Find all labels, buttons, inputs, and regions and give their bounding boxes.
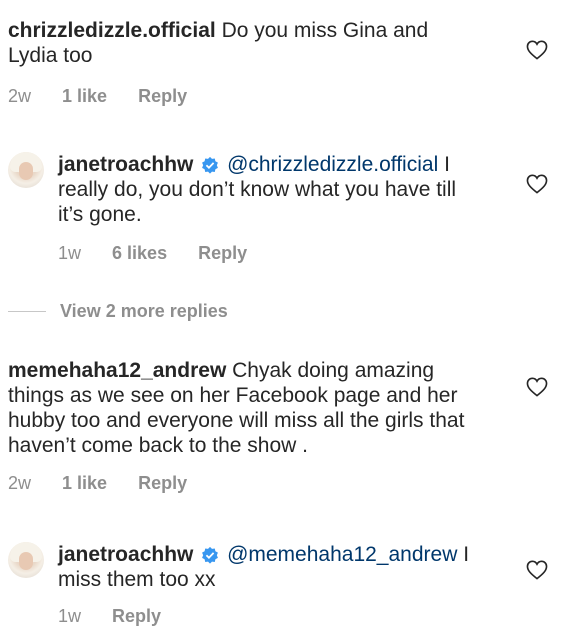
comment-meta: 2w 1 like Reply <box>8 86 213 107</box>
view-more-replies[interactable]: View 2 more replies <box>8 298 228 324</box>
comment-username[interactable]: chrizzledizzle.official <box>8 19 216 42</box>
mention-link[interactable]: @chrizzledizzle.official <box>227 153 438 176</box>
comment-body: memehaha12_andrew Chyak doing amazing th… <box>8 358 478 458</box>
avatar[interactable] <box>8 542 44 578</box>
avatar[interactable] <box>8 152 44 188</box>
comment-age: 1w <box>58 606 82 626</box>
verified-badge-icon <box>202 546 219 564</box>
comment-body: janetroachhw @memehaha12_andrew I miss t… <box>58 542 488 592</box>
comment-meta: 1w Reply <box>58 606 187 627</box>
reply-button[interactable]: Reply <box>138 86 187 106</box>
comment-username[interactable]: janetroachhw <box>58 153 193 176</box>
comment-age: 2w <box>8 473 32 493</box>
comment-likes[interactable]: 6 likes <box>112 243 167 263</box>
comment-meta: 2w 1 like Reply <box>8 473 213 494</box>
comment-likes[interactable]: 1 like <box>62 473 107 493</box>
divider <box>8 310 46 312</box>
reply-button[interactable]: Reply <box>198 243 247 263</box>
heart-icon[interactable] <box>526 377 548 397</box>
comment-body: chrizzledizzle.official Do you miss Gina… <box>8 18 468 68</box>
reply-button[interactable]: Reply <box>112 606 161 626</box>
comment-likes[interactable]: 1 like <box>62 86 107 106</box>
comment-body: janetroachhw @chrizzledizzle.official I … <box>58 152 478 227</box>
comment-username[interactable]: memehaha12_andrew <box>8 359 226 382</box>
view-replies-label[interactable]: View 2 more replies <box>60 301 228 322</box>
heart-icon[interactable] <box>526 40 548 60</box>
comment-age: 1w <box>58 243 82 263</box>
mention-link[interactable]: @memehaha12_andrew <box>227 543 457 566</box>
heart-icon[interactable] <box>526 174 548 194</box>
comment-age: 2w <box>8 86 32 106</box>
verified-badge-icon <box>202 156 219 174</box>
comment-username[interactable]: janetroachhw <box>58 543 193 566</box>
comment-meta: 1w 6 likes Reply <box>58 243 273 264</box>
heart-icon[interactable] <box>526 560 548 580</box>
reply-button[interactable]: Reply <box>138 473 187 493</box>
